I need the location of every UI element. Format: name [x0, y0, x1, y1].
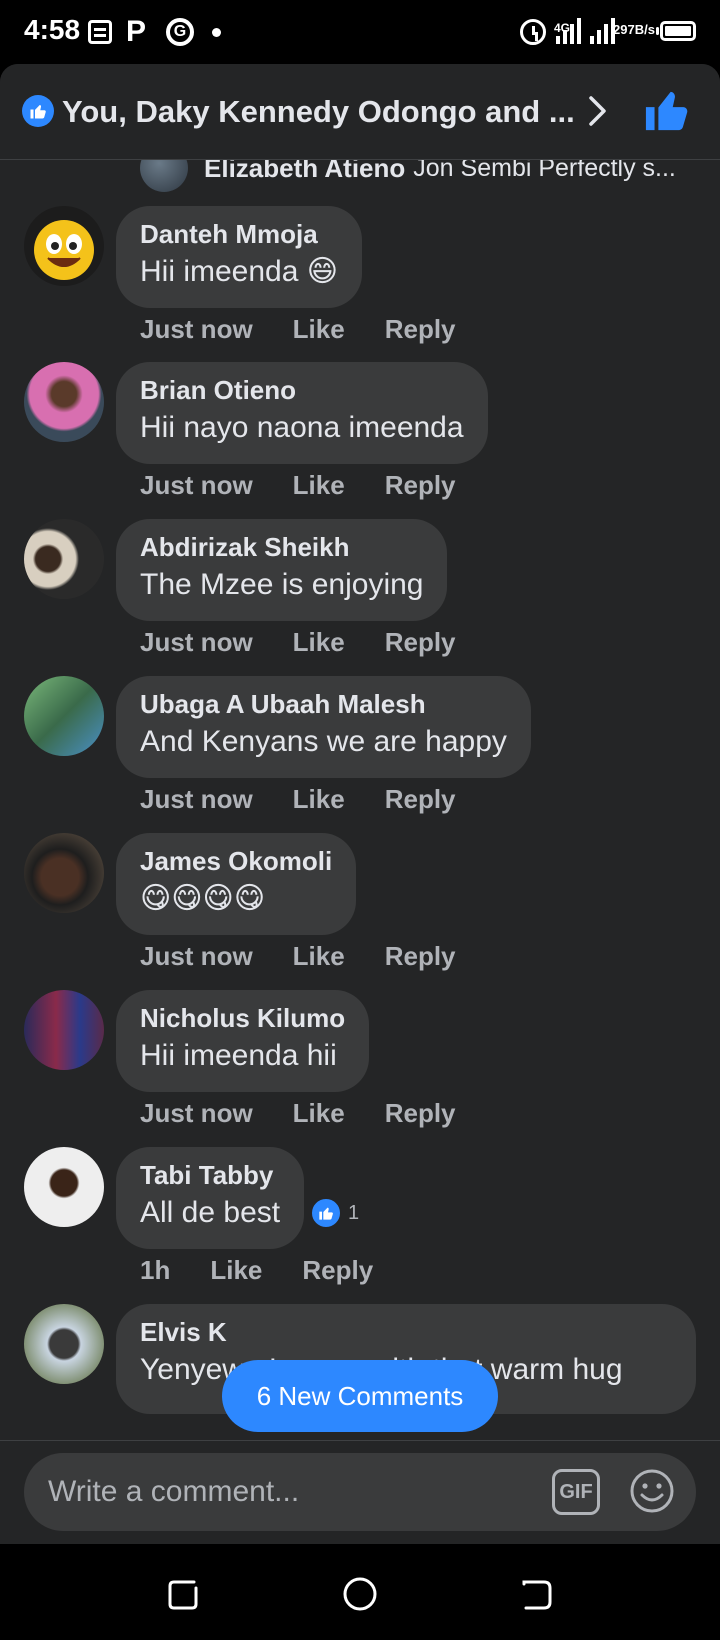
like-button[interactable]: Like [293, 784, 345, 815]
comment-input[interactable] [48, 1453, 528, 1531]
comment-time: Just now [140, 470, 253, 500]
comment-reaction[interactable]: 1 [310, 1197, 359, 1229]
like-button[interactable]: Like [293, 1098, 345, 1129]
comment-author[interactable]: Ubaga A Ubaah Malesh [140, 688, 507, 720]
avatar[interactable] [24, 676, 104, 756]
comment-bubble[interactable]: Nicholus Kilumo Hii imeenda hii [116, 990, 370, 1092]
comment-actions: Just now Like Reply [140, 1098, 496, 1129]
comment-time: Just now [140, 784, 253, 814]
like-button[interactable]: Like [293, 941, 345, 972]
avatar[interactable] [24, 1304, 104, 1384]
comment-time: Just now [140, 941, 253, 971]
avatar[interactable] [24, 206, 104, 286]
comment-author[interactable]: Tabi Tabby [140, 1159, 280, 1191]
more-notifications-dot-icon [212, 28, 221, 37]
comment-bubble[interactable]: Brian Otieno Hii nayo naona imeenda [116, 362, 488, 464]
comment-author[interactable]: Elvis K [140, 1316, 672, 1348]
reactions-header[interactable]: You, Daky Kennedy Odongo and ... [0, 64, 720, 160]
like-button[interactable]: Like [210, 1255, 262, 1286]
reply-button[interactable]: Reply [302, 1255, 373, 1286]
reply-button[interactable]: Reply [385, 1098, 456, 1129]
comment-bubble[interactable]: Abdirizak Sheikh The Mzee is enjoying [116, 519, 448, 621]
comment-text: Hii nayo naona imeenda [140, 411, 464, 444]
reply-button[interactable]: Reply [385, 784, 456, 815]
comment-time: 1h [140, 1255, 171, 1285]
comments-sheet: You, Daky Kennedy Odongo and ... Elizabe… [0, 64, 720, 1544]
back-icon[interactable] [516, 1574, 556, 1614]
chevron-right-icon[interactable] [582, 94, 612, 128]
like-button[interactable]: Like [293, 470, 345, 501]
status-bar: 4:58 P G 4G 297 B/s [0, 0, 720, 64]
reactions-summary[interactable]: You, Daky Kennedy Odongo and ... [62, 94, 575, 130]
comment-author[interactable]: Nicholus Kilumo [140, 1002, 345, 1034]
comment-author[interactable]: Danteh Mmoja [140, 218, 338, 250]
comment-text: 😋😋😋😋 [140, 882, 266, 915]
comment-time: Just now [140, 1098, 253, 1128]
comment-actions: Just now Like Reply [140, 784, 496, 815]
comment-actions: Just now Like Reply [140, 470, 496, 501]
new-comments-button[interactable]: 6 New Comments [222, 1360, 498, 1432]
like-button[interactable]: Like [293, 314, 345, 345]
home-icon[interactable] [340, 1574, 380, 1614]
comment-composer-bar: GIF [0, 1440, 720, 1544]
notes-icon [88, 20, 112, 44]
reply-button[interactable]: Reply [385, 314, 456, 345]
reply-button[interactable]: Reply [385, 470, 456, 501]
comment-text: Hii imeenda 😄 [140, 255, 339, 288]
comment-time: Just now [140, 627, 253, 657]
like-reaction-icon [310, 1197, 342, 1229]
avatar[interactable] [24, 519, 104, 599]
system-nav-bar [0, 1544, 720, 1640]
recent-apps-icon[interactable] [164, 1574, 204, 1614]
gif-button[interactable]: GIF [552, 1469, 600, 1515]
comment-composer: GIF [24, 1453, 696, 1531]
p-app-icon: P [126, 15, 147, 48]
comment-bubble[interactable]: Danteh Mmoja Hii imeenda 😄 [116, 206, 363, 308]
comment-author[interactable]: James Okomoli [140, 845, 332, 877]
comment-text: Hii imeenda hii [140, 1039, 337, 1072]
like-button[interactable]: Like [293, 627, 345, 658]
comment-bubble[interactable]: Tabi Tabby All de best [116, 1147, 305, 1249]
comment-text: And Kenyans we are happy [140, 725, 507, 758]
g-app-icon: G [166, 18, 194, 46]
comment-author[interactable]: Brian Otieno [140, 374, 464, 406]
avatar[interactable] [24, 362, 104, 442]
avatar[interactable] [24, 990, 104, 1070]
comment-actions: Just now Like Reply [140, 627, 496, 658]
like-post-button[interactable] [644, 88, 690, 134]
reaction-count: 1 [348, 1201, 360, 1224]
alarm-icon [520, 19, 546, 45]
avatar[interactable] [24, 833, 104, 913]
comment-bubble[interactable]: James Okomoli 😋😋😋😋 [116, 833, 357, 935]
comment-author[interactable]: Abdirizak Sheikh [140, 531, 423, 563]
comment-actions: Just now Like Reply [140, 941, 496, 972]
comment-actions: Just now Like Reply [140, 314, 496, 345]
like-reaction-icon [22, 95, 54, 127]
emoji-icon[interactable] [628, 1467, 676, 1515]
reply-button[interactable]: Reply [385, 941, 456, 972]
comment-actions: 1h Like Reply [140, 1255, 413, 1286]
comment-text: All de best [140, 1196, 281, 1229]
status-time: 4:58 [24, 14, 81, 45]
battery-icon [656, 21, 696, 41]
comment-bubble[interactable]: Ubaga A Ubaah Malesh And Kenyans we are … [116, 676, 531, 778]
avatar[interactable] [24, 1147, 104, 1227]
signal-icon [556, 18, 582, 44]
comment-time: Just now [140, 314, 253, 344]
reply-button[interactable]: Reply [385, 627, 456, 658]
network-speed: 297 B/s [613, 22, 655, 37]
comment-text: The Mzee is enjoying [140, 568, 424, 601]
